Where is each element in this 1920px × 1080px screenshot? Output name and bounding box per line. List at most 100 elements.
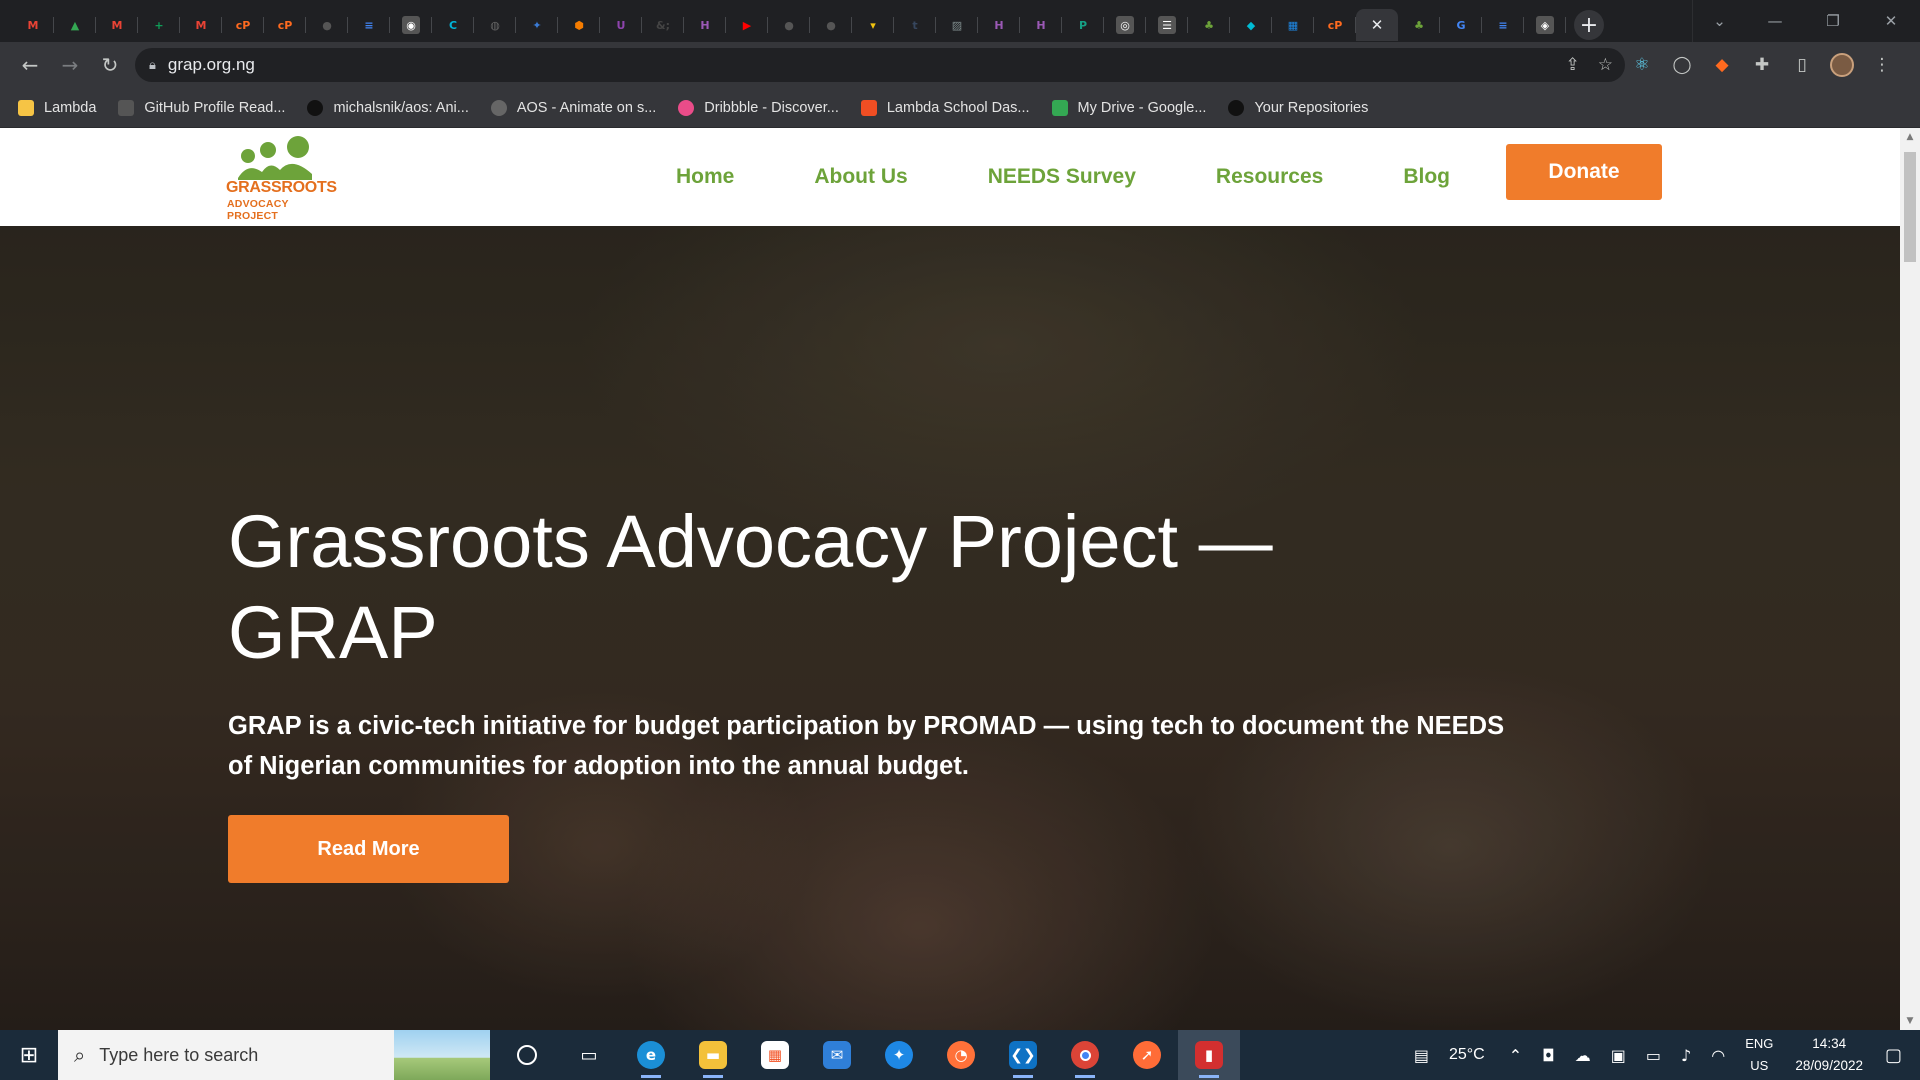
browser-tab[interactable]: ♣ [1188,9,1230,41]
chrome-icon[interactable] [1054,1030,1116,1080]
browser-tab[interactable]: ≡ [1482,9,1524,41]
close-tab-icon[interactable]: ✕ [1371,16,1384,34]
onedrive-icon[interactable]: ☁ [1575,1046,1591,1065]
browser-tab[interactable]: ◍ [474,9,516,41]
share-icon[interactable]: ⇪ [1566,55,1580,75]
browser-tab[interactable]: ◈ [1524,9,1566,41]
recording-app-icon[interactable]: ▮ [1178,1030,1240,1080]
vscode-icon[interactable]: ❮❯ [992,1030,1054,1080]
browser-tab[interactable]: M [180,9,222,41]
bookmark-star-icon[interactable]: ☆ [1598,55,1613,75]
url-text[interactable]: grap.org.ng [168,55,255,75]
scrollbar-thumb[interactable] [1904,152,1916,262]
battery-icon[interactable]: ▭ [1646,1046,1661,1065]
active-tab[interactable]: ✕ [1356,9,1398,41]
browser-tab[interactable]: H [684,9,726,41]
minimize-icon[interactable]: — [1746,0,1804,42]
browser-tab[interactable]: ● [768,9,810,41]
browser-tab[interactable]: M [96,9,138,41]
bookmark-item[interactable]: AOS - Animate on s... [490,99,656,116]
cortana-icon[interactable] [496,1030,558,1080]
extension-circle-icon[interactable]: ◯ [1670,53,1694,77]
nav-home[interactable]: Home [676,165,734,189]
browser-tab[interactable]: ● [810,9,852,41]
profile-avatar[interactable] [1830,53,1854,77]
forward-icon[interactable]: → [50,47,90,83]
browser-tab[interactable]: cP [264,9,306,41]
browser-tab[interactable]: C [432,9,474,41]
browser-tab[interactable]: ♣ [1398,9,1440,41]
display-icon[interactable]: ▣ [1611,1046,1626,1065]
bookmark-item[interactable]: Dribbble - Discover... [678,99,839,116]
back-icon[interactable]: ← [10,47,50,83]
windows-start-icon[interactable]: ⊞ [0,1030,58,1080]
nav-about-us[interactable]: About Us [814,165,907,189]
address-bar[interactable]: 🔒︎ grap.org.ng ⇪ ☆ [135,48,1625,82]
weather-icon[interactable]: ▤ [1414,1046,1429,1065]
browser-tab[interactable]: U [600,9,642,41]
browser-tab[interactable]: ✦ [516,9,558,41]
new-tab-icon[interactable]: + [1574,10,1604,40]
scroll-down-icon[interactable]: ▼ [1900,1012,1920,1030]
browser-tab[interactable]: ◆ [1230,9,1272,41]
bookmark-item[interactable]: Lambda [18,99,96,116]
menu-kebab-icon[interactable]: ⋮ [1870,53,1894,77]
browser-tab[interactable]: ● [306,9,348,41]
nav-blog[interactable]: Blog [1403,165,1450,189]
volume-icon[interactable]: ♪ [1681,1046,1691,1065]
browser-tab[interactable]: ▦ [1272,9,1314,41]
browser-tab[interactable]: ◎ [1104,9,1146,41]
bookmark-item[interactable]: Your Repositories [1228,99,1368,116]
browser-tab[interactable]: ▨ [936,9,978,41]
notification-icon[interactable]: ▢ [1885,1045,1902,1066]
react-devtools-icon[interactable]: ⚛ [1630,53,1654,77]
grassroots-logo[interactable]: GRASSROOTS ADVOCACY PROJECT [222,134,342,222]
reload-icon[interactable]: ↻ [90,47,130,83]
browser-tab[interactable]: ◉ [390,9,432,41]
browser-tab[interactable]: &; [642,9,684,41]
browser-tab[interactable]: P [1062,9,1104,41]
tab-search-icon[interactable]: ⌄ [1692,0,1746,42]
browser-tab[interactable]: t [894,9,936,41]
bookmark-item[interactable]: My Drive - Google... [1051,99,1206,116]
file-explorer-icon[interactable]: ▬ [682,1030,744,1080]
close-window-icon[interactable]: ✕ [1862,0,1920,42]
extensions-puzzle-icon[interactable]: ✚ [1750,53,1774,77]
task-view-icon[interactable]: ▭ [558,1030,620,1080]
browser-tab[interactable]: cP [222,9,264,41]
scroll-up-icon[interactable]: ▲ [1900,128,1920,146]
bookmark-item[interactable]: Lambda School Das... [860,99,1030,116]
restore-icon[interactable]: ❐ [1804,0,1862,42]
search-placeholder[interactable]: Type here to search [99,1045,258,1066]
browser-tab[interactable]: ▾ [852,9,894,41]
browser-tab[interactable]: H [1020,9,1062,41]
page-scrollbar[interactable]: ▲ ▼ [1900,128,1920,1030]
nav-resources[interactable]: Resources [1216,165,1323,189]
chevron-up-icon[interactable]: ⌃ [1509,1046,1522,1065]
browser-tab[interactable]: ⬢ [558,9,600,41]
browser-tab[interactable]: cP [1314,9,1356,41]
extension-orange-icon[interactable]: ◆ [1710,53,1734,77]
mail-icon[interactable]: ✉ [806,1030,868,1080]
edge-icon[interactable]: e [620,1030,682,1080]
side-panel-icon[interactable]: ▯ [1790,53,1814,77]
temperature[interactable]: 25°C [1449,1046,1485,1064]
browser-tab[interactable]: ☰ [1146,9,1188,41]
browser-tab[interactable]: ≡ [348,9,390,41]
browser-tab[interactable]: M [12,9,54,41]
browser-tab[interactable]: G [1440,9,1482,41]
taskbar-search[interactable]: ⌕ Type here to search [58,1030,490,1080]
browser-tab[interactable]: ▶ [726,9,768,41]
wifi-icon[interactable]: ◠ [1711,1046,1725,1065]
read-more-button[interactable]: Read More [228,815,509,883]
lock-icon[interactable]: 🔒︎ [149,57,156,73]
clock[interactable]: 14:34 28/09/2022 [1795,1033,1863,1077]
bookmark-item[interactable]: GitHub Profile Read... [118,99,285,116]
safari-like-icon[interactable]: ✦ [868,1030,930,1080]
postman-icon[interactable]: ➚ [1116,1030,1178,1080]
meet-now-icon[interactable]: ◘ [1542,1046,1555,1065]
nav-needs-survey[interactable]: NEEDS Survey [988,165,1136,189]
browser-tab[interactable]: + [138,9,180,41]
language-indicator[interactable]: ENG US [1745,1033,1773,1077]
firefox-icon[interactable]: ◔ [930,1030,992,1080]
